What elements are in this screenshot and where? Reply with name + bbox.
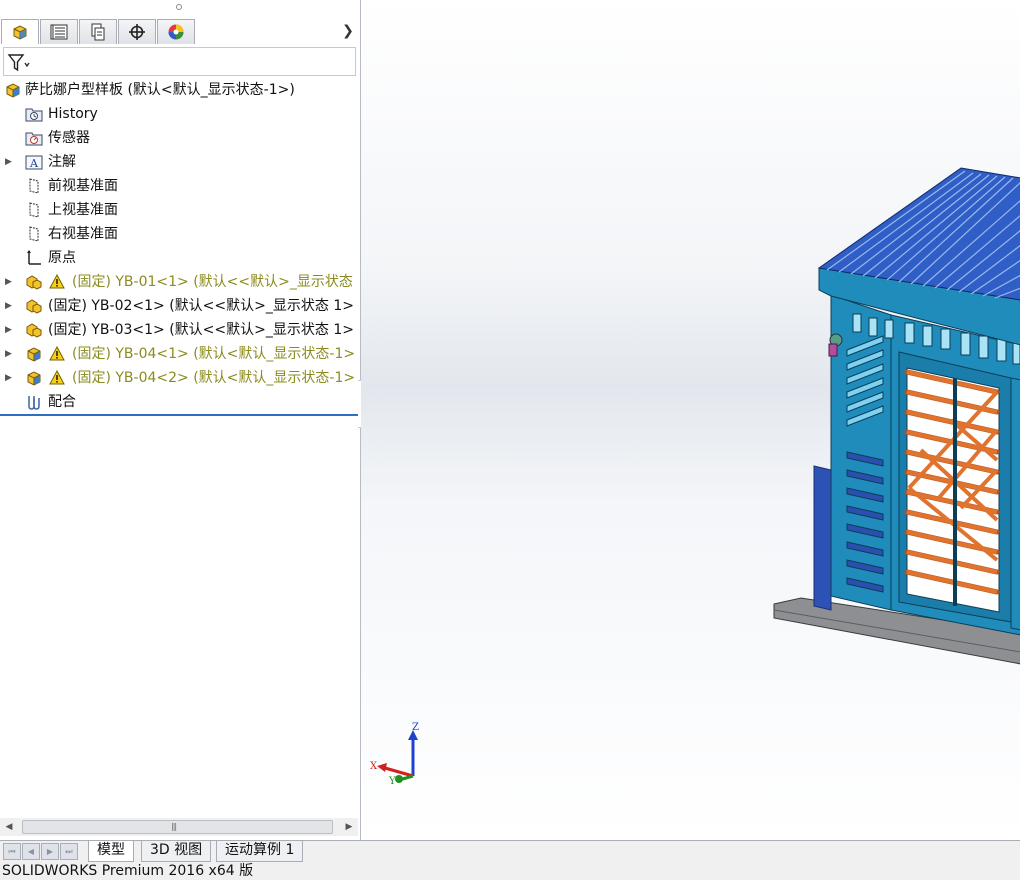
expand-arrow-icon[interactable]: ▶ xyxy=(5,156,13,168)
expand-arrow-icon[interactable]: ▶ xyxy=(5,300,13,312)
tree-item-label: 右视基准面 xyxy=(48,226,118,242)
assembly-icon xyxy=(6,83,20,98)
crosshair-icon xyxy=(129,24,145,40)
first-tab-icon[interactable]: ⏮ xyxy=(3,843,21,860)
filter-icon[interactable] xyxy=(7,53,31,73)
origin-icon xyxy=(27,250,41,265)
house-model[interactable] xyxy=(361,0,1020,840)
tree-item-label: 前视基准面 xyxy=(48,178,118,194)
plane-icon xyxy=(29,178,39,194)
status-bar: SOLIDWORKS Premium 2016 x64 版 xyxy=(0,862,1020,880)
scroll-left-icon[interactable]: ◀ xyxy=(2,820,16,834)
scrollbar-thumb[interactable]: ||| xyxy=(22,820,333,834)
tree-root-label: 萨比娜户型样板 (默认<默认_显示状态-1>) xyxy=(25,82,295,98)
tree-item-top-plane[interactable]: 上视基准面 xyxy=(0,198,362,222)
tree-item-history[interactable]: History xyxy=(0,102,362,126)
horizontal-scrollbar[interactable]: ◀ ||| ▶ xyxy=(0,818,358,836)
tab-model[interactable]: 模型 xyxy=(88,841,134,862)
last-tab-icon[interactable]: ⏭ xyxy=(60,843,78,860)
tab-dimxpert-manager[interactable] xyxy=(118,19,156,44)
tree-item-label: 上视基准面 xyxy=(48,202,118,218)
tree-item-label: 传感器 xyxy=(48,130,90,146)
tree-item-right-plane[interactable]: 右视基准面 xyxy=(0,222,362,246)
expand-arrow-icon[interactable]: ▶ xyxy=(5,372,13,384)
warning-icon xyxy=(49,274,65,289)
filter-input[interactable] xyxy=(3,47,356,76)
tab-property-manager[interactable] xyxy=(40,19,78,44)
sensor-icon xyxy=(25,132,43,146)
tab-3d-view[interactable]: 3D 视图 xyxy=(141,841,212,862)
tree-item-label: (固定) YB-04<2> (默认<默认_显示状态-1> xyxy=(72,370,356,386)
subassembly-icon xyxy=(26,323,42,338)
expand-arrow-icon[interactable]: ▶ xyxy=(5,348,13,360)
chevron-right-icon[interactable]: ❯ xyxy=(340,22,356,40)
tab-configuration-manager[interactable] xyxy=(79,19,117,44)
tree-item-label: (固定) YB-03<1> (默认<<默认>_显示状态 1> xyxy=(48,322,354,338)
tree-item-label: 注解 xyxy=(48,154,76,170)
tree-item-origin[interactable]: 原点 xyxy=(0,246,362,270)
tree-item-label: (固定) YB-01<1> (默认<<默认>_显示状态 xyxy=(72,274,353,290)
tree-item-label: (固定) YB-02<1> (默认<<默认>_显示状态 1> xyxy=(48,298,354,314)
prev-tab-icon[interactable]: ◀ xyxy=(22,843,40,860)
status-text: SOLIDWORKS Premium 2016 x64 版 xyxy=(2,863,254,879)
tree-item-label: 原点 xyxy=(48,250,76,266)
assembly-icon xyxy=(13,25,27,40)
tree-item-yb-03[interactable]: ▶ (固定) YB-03<1> (默认<<默认>_显示状态 1> xyxy=(0,318,362,342)
subassembly-icon xyxy=(26,299,42,314)
next-tab-icon[interactable]: ▶ xyxy=(41,843,59,860)
plane-icon xyxy=(29,226,39,242)
annotation-icon: A xyxy=(25,155,43,170)
svg-text:A: A xyxy=(29,157,39,170)
panel-grip[interactable] xyxy=(176,4,182,10)
triad-x-label: X xyxy=(370,761,378,772)
warning-icon xyxy=(49,346,65,361)
expand-arrow-icon[interactable]: ▶ xyxy=(5,324,13,336)
assembly-icon xyxy=(27,371,41,386)
tree-item-annotations[interactable]: ▶ A 注解 xyxy=(0,150,362,174)
rollback-bar[interactable] xyxy=(0,414,358,416)
mates-icon xyxy=(28,396,40,410)
scroll-right-icon[interactable]: ▶ xyxy=(342,820,356,834)
triad-z-label: Z xyxy=(412,722,419,733)
property-list-icon xyxy=(50,24,68,40)
tab-motion-study[interactable]: 运动算例 1 xyxy=(216,841,304,862)
feature-manager-tabs: ❯ xyxy=(0,19,358,45)
expand-arrow-icon[interactable]: ▶ xyxy=(5,276,13,288)
tree-item-label: 配合 xyxy=(48,394,76,410)
graphics-viewport[interactable]: Z X Y xyxy=(361,0,1020,840)
feature-manager-panel: ❯ 萨比娜户型样板 (默认<默认_显示状态-1>) History 传感器 ▶ … xyxy=(0,0,361,840)
tree-item-mates[interactable]: 配合 xyxy=(0,390,362,414)
assembly-icon xyxy=(27,347,41,362)
orientation-triad[interactable]: Z X Y xyxy=(365,718,425,788)
tab-feature-tree[interactable] xyxy=(1,19,39,44)
tab-display-manager[interactable] xyxy=(157,19,195,44)
plane-icon xyxy=(29,202,39,218)
history-icon xyxy=(25,108,43,122)
triad-y-label: Y xyxy=(388,776,396,787)
tree-item-front-plane[interactable]: 前视基准面 xyxy=(0,174,362,198)
tree-item-sensors[interactable]: 传感器 xyxy=(0,126,362,150)
tree-item-yb-02[interactable]: ▶ (固定) YB-02<1> (默认<<默认>_显示状态 1> xyxy=(0,294,362,318)
subassembly-icon xyxy=(26,275,42,290)
tree-root[interactable]: 萨比娜户型样板 (默认<默认_显示状态-1>) xyxy=(0,78,362,102)
tree-item-label: (固定) YB-04<1> (默认<默认_显示状态-1> xyxy=(72,346,356,362)
grip-icon: ||| xyxy=(171,822,177,831)
tree-item-label: History xyxy=(48,106,98,122)
warning-icon xyxy=(49,370,65,385)
configuration-icon xyxy=(91,23,105,41)
tree-item-yb-04-1[interactable]: ▶ (固定) YB-04<1> (默认<默认_显示状态-1> xyxy=(0,342,362,366)
appearance-icon xyxy=(168,24,184,40)
bottom-tab-bar: ⏮ ◀ ▶ ⏭ 模型 3D 视图 运动算例 1 xyxy=(0,840,1020,862)
tree-item-yb-01[interactable]: ▶ (固定) YB-01<1> (默认<<默认>_显示状态 xyxy=(0,270,362,294)
tree-item-yb-04-2[interactable]: ▶ (固定) YB-04<2> (默认<默认_显示状态-1> xyxy=(0,366,362,390)
